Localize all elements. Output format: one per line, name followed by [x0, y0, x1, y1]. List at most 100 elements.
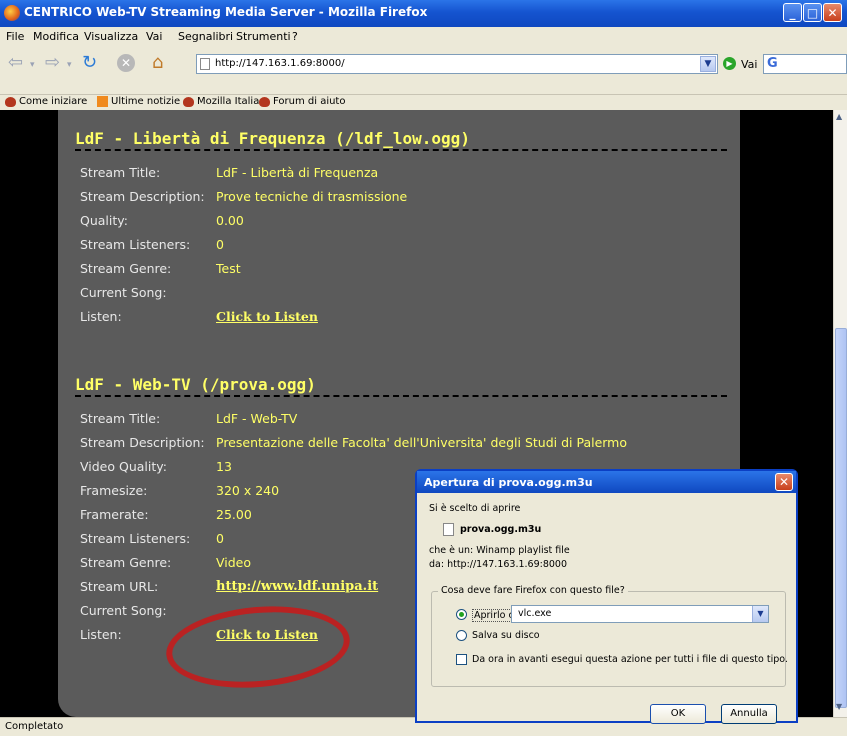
- go-button[interactable]: Vai: [741, 58, 757, 71]
- stream-label: Stream Description:: [80, 189, 205, 204]
- stream-label: Stream Title:: [80, 165, 161, 180]
- back-icon[interactable]: ⇦: [8, 52, 23, 74]
- stream-label: Listen:: [80, 309, 122, 324]
- ok-button[interactable]: OK: [650, 704, 706, 724]
- bookmark-icon: [183, 97, 194, 107]
- rss-icon: [97, 96, 108, 107]
- stream-value: Test: [216, 261, 241, 276]
- maximize-button[interactable]: □: [803, 3, 822, 22]
- dialog-intro: Si è scelto di aprire: [429, 503, 521, 514]
- dialog-filename: prova.ogg.m3u: [460, 524, 542, 535]
- minimize-button[interactable]: _: [783, 3, 802, 22]
- open-file-dialog: Apertura di prova.ogg.m3u ✕ Si è scelto …: [415, 469, 798, 724]
- google-icon[interactable]: G: [767, 56, 778, 71]
- menu-segnalibri[interactable]: Segnalibri: [178, 30, 233, 43]
- stream-label: Stream Listeners:: [80, 237, 191, 252]
- dialog-source: da: http://147.163.1.69:8000: [429, 559, 568, 570]
- stream-value: 0.00: [216, 213, 244, 228]
- bookmarks-toolbar: Come iniziare Ultime notizie Mozilla Ita…: [0, 94, 847, 110]
- remember-label[interactable]: Da ora in avanti esegui questa azione pe…: [472, 654, 788, 665]
- stream-label: Framesize:: [80, 483, 148, 498]
- stream-label: Current Song:: [80, 603, 167, 618]
- dialog-title-bar: Apertura di prova.ogg.m3u ✕: [417, 471, 796, 493]
- stream-label: Current Song:: [80, 285, 167, 300]
- stream-value: Presentazione delle Facolta' dell'Univer…: [216, 435, 628, 450]
- menu-vai[interactable]: Vai: [146, 30, 162, 43]
- menu-modifica[interactable]: Modifica: [33, 30, 79, 43]
- stream-label: Stream URL:: [80, 579, 159, 594]
- close-button[interactable]: ✕: [823, 3, 842, 22]
- stream-heading: LdF - Libertà di Frequenza (/ldf_low.ogg…: [75, 129, 470, 148]
- stream-label: Quality:: [80, 213, 128, 228]
- home-icon[interactable]: ⌂: [152, 52, 163, 74]
- bookmark-icon: [5, 97, 16, 107]
- window-title-bar: CENTRICO Web-TV Streaming Media Server -…: [0, 0, 847, 27]
- stream-value: Prove tecniche di trasmissione: [216, 189, 408, 204]
- forward-icon[interactable]: ⇨: [45, 52, 60, 74]
- vertical-scrollbar[interactable]: ▲ ▼: [833, 110, 847, 717]
- address-dropdown-icon[interactable]: ▼: [700, 56, 716, 72]
- menu-strumenti[interactable]: Strumenti: [236, 30, 291, 43]
- stream-label: Stream Description:: [80, 435, 205, 450]
- stream-url-link[interactable]: http://www.ldf.unipa.it: [216, 579, 378, 594]
- stream-value: LdF - Libertà di Frequenza: [216, 165, 379, 180]
- application-select[interactable]: vlc.exe ▼: [511, 605, 769, 623]
- stream-label: Stream Title:: [80, 411, 161, 426]
- scroll-down-icon[interactable]: ▼: [836, 702, 842, 711]
- status-text: Completato: [5, 721, 64, 732]
- search-input[interactable]: G: [763, 54, 847, 74]
- stream-value: 0: [216, 237, 224, 252]
- dialog-close-icon[interactable]: ✕: [775, 473, 793, 491]
- bookmark-come-iniziare[interactable]: Come iniziare: [19, 96, 87, 107]
- address-bar[interactable]: http://147.163.1.69:8000/ ▼: [196, 54, 718, 74]
- stop-icon[interactable]: ✕: [117, 54, 135, 72]
- playlist-file-icon: [443, 523, 454, 536]
- page-icon: [200, 58, 210, 70]
- divider: [75, 149, 727, 151]
- stream-value: 25.00: [216, 507, 252, 522]
- menu-visualizza[interactable]: Visualizza: [84, 30, 138, 43]
- go-icon[interactable]: ▶: [723, 57, 736, 70]
- forward-dropdown-icon[interactable]: ▾: [67, 60, 72, 82]
- stream-label: Stream Listeners:: [80, 531, 191, 546]
- open-with-radio[interactable]: [456, 609, 467, 620]
- action-group-label: Cosa deve fare Firefox con questo file?: [438, 585, 628, 596]
- stream-value: 0: [216, 531, 224, 546]
- firefox-icon: [4, 5, 20, 21]
- address-text[interactable]: http://147.163.1.69:8000/: [215, 58, 345, 69]
- stream-value: 320 x 240: [216, 483, 280, 498]
- navigation-toolbar: ⇦ ▾ ⇨ ▾ ↻ ✕ ⌂ http://147.163.1.69:8000/ …: [0, 46, 847, 95]
- scroll-thumb[interactable]: [835, 328, 847, 708]
- application-value[interactable]: vlc.exe: [518, 608, 551, 619]
- dialog-file-type: che è un: Winamp playlist file: [429, 545, 570, 556]
- back-dropdown-icon[interactable]: ▾: [30, 60, 35, 82]
- remember-checkbox[interactable]: [456, 654, 467, 665]
- scroll-up-icon[interactable]: ▲: [836, 112, 842, 121]
- chevron-down-icon[interactable]: ▼: [752, 606, 768, 622]
- divider: [75, 395, 727, 397]
- stream-label: Listen:: [80, 627, 122, 642]
- stream-label: Stream Genre:: [80, 555, 172, 570]
- dialog-title: Apertura di prova.ogg.m3u: [424, 476, 593, 489]
- save-to-disk-radio[interactable]: [456, 630, 467, 641]
- click-to-listen-link[interactable]: Click to Listen: [216, 309, 318, 324]
- stream-heading: LdF - Web-TV (/prova.ogg): [75, 375, 316, 394]
- menu-file[interactable]: File: [6, 30, 24, 43]
- reload-icon[interactable]: ↻: [82, 52, 97, 74]
- stream-label: Framerate:: [80, 507, 149, 522]
- window-title: CENTRICO Web-TV Streaming Media Server -…: [24, 5, 428, 19]
- bookmark-forum-di-aiuto[interactable]: Forum di aiuto: [273, 96, 345, 107]
- bookmark-mozilla-italia[interactable]: Mozilla Italia: [197, 96, 259, 107]
- bookmark-icon: [259, 97, 270, 107]
- cancel-button[interactable]: Annulla: [721, 704, 777, 724]
- action-group: Cosa deve fare Firefox con questo file? …: [431, 585, 788, 687]
- stream-label: Stream Genre:: [80, 261, 172, 276]
- stream-value: Video: [216, 555, 252, 570]
- menu-bar: File Modifica Visualizza Vai Segnalibri …: [0, 27, 847, 46]
- stream-label: Video Quality:: [80, 459, 167, 474]
- bookmark-ultime-notizie[interactable]: Ultime notizie: [111, 96, 180, 107]
- stream-value: LdF - Web-TV: [216, 411, 298, 426]
- stream-value: 13: [216, 459, 232, 474]
- menu-help[interactable]: ?: [292, 30, 298, 43]
- save-to-disk-label[interactable]: Salva su disco: [472, 630, 540, 641]
